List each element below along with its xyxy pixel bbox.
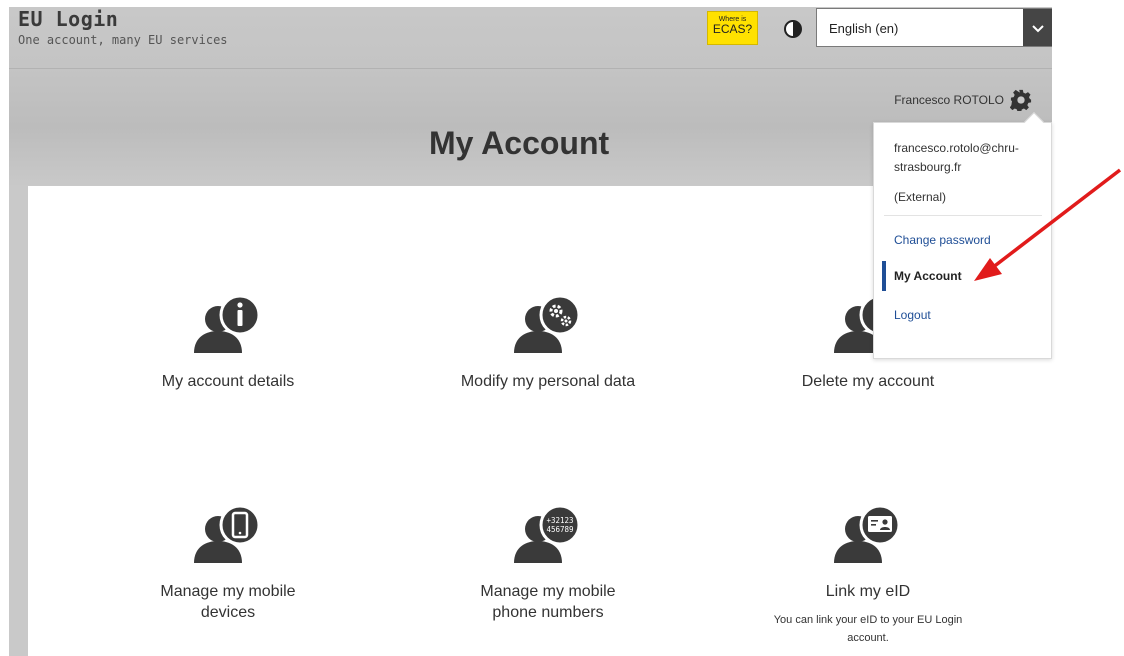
my-account-link[interactable]: My Account [882,261,962,291]
menu-divider [884,215,1042,216]
tile-my-account-details[interactable]: My account details [98,291,358,392]
app-title[interactable]: EU Login [18,7,118,31]
tile-label: Manage my mobile devices [160,583,296,621]
tile-description: You can link your eID to your EU Login a… [773,614,963,644]
user-phone-number-icon: +32123 456789 [514,504,581,563]
phone-badge-line-1: +32123 [546,516,573,525]
contrast-toggle-icon[interactable] [784,20,802,38]
chevron-down-icon[interactable] [1023,9,1052,46]
tile-label: Manage my mobile phone numbers [480,583,616,621]
language-select-value: English (en) [829,21,899,36]
user-dropdown-menu: francesco.rotolo@chru-strasbourg.fr (Ext… [873,112,1052,359]
tile-label: Delete my account [801,373,935,390]
phone-badge-line-2: 456789 [546,525,573,534]
user-name: Francesco ROTOLO [894,93,1004,107]
user-menu-toggle[interactable]: Francesco ROTOLO [894,89,1032,111]
tile-label: Link my eID [825,583,911,600]
user-email: francesco.rotolo@chru-strasbourg.fr [894,141,1019,174]
user-mobile-icon [194,504,261,563]
language-select[interactable]: English (en) [816,8,1052,47]
ecas-big-label: ECAS? [712,22,753,36]
user-gears-icon [514,294,581,353]
account-type: (External) [894,190,947,204]
where-is-ecas-button[interactable]: Where is ECAS? [707,11,758,45]
user-eid-card-icon [834,504,901,563]
header-bar: EU Login One account, many EU services W… [9,7,1052,69]
user-info-icon [194,294,261,353]
change-password-link[interactable]: Change password [894,233,991,247]
tile-label: Modify my personal data [460,373,636,390]
page-title: My Account [429,125,610,161]
tile-manage-mobile-devices[interactable]: Manage my mobile devices [98,501,358,623]
tile-label: My account details [161,373,295,390]
tile-manage-mobile-phone-numbers[interactable]: +32123 456789 Manage my mobile phone num… [418,501,678,623]
tile-modify-personal-data[interactable]: Modify my personal data [418,291,678,392]
tile-link-my-eid[interactable]: Link my eID You can link your eID to you… [738,501,998,647]
logout-link[interactable]: Logout [894,308,931,322]
app-tagline: One account, many EU services [18,33,228,47]
gear-icon[interactable] [1010,89,1032,111]
